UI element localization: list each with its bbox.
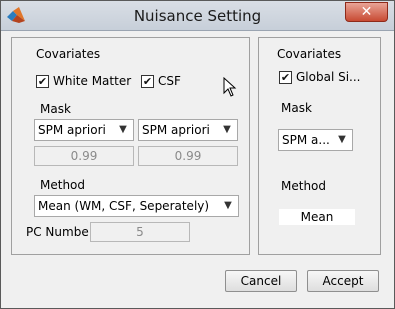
global-signal-checkbox[interactable]: ✔: [279, 71, 292, 84]
covariates-label: Covariates: [36, 47, 101, 61]
checkmark-icon: ✔: [280, 71, 291, 84]
mask1-threshold-field[interactable]: 0.99: [34, 146, 134, 166]
method-select[interactable]: Mean (WM, CSF, Seperately) ▼: [34, 195, 239, 217]
accept-button[interactable]: Accept: [307, 270, 379, 292]
chevron-down-icon: ▼: [224, 200, 232, 211]
right-covariates-panel: Covariates ✔ Global Si... Mask SPM a... …: [258, 37, 381, 255]
mask1-value: SPM apriori: [38, 123, 106, 137]
mouse-pointer-icon: [223, 77, 237, 97]
pc-number-label: PC Numbe: [26, 225, 89, 239]
csf-label: CSF: [158, 74, 181, 88]
mask-label: Mask: [281, 101, 312, 115]
mask2-select[interactable]: SPM apriori ▼: [138, 119, 238, 141]
mask2-value: SPM apriori: [142, 123, 210, 137]
cancel-button[interactable]: Cancel: [225, 270, 297, 292]
window-title: Nuisance Setting: [133, 7, 262, 25]
close-button[interactable]: ✕: [345, 2, 388, 22]
chevron-down-icon: ▼: [119, 124, 127, 135]
method-value: Mean (WM, CSF, Seperately): [38, 199, 210, 213]
chevron-down-icon: ▼: [223, 124, 231, 135]
pc-number-field[interactable]: 5: [90, 222, 190, 242]
nuisance-setting-window: Nuisance Setting ✕ Covariates ✔ White Ma…: [0, 0, 395, 309]
chevron-down-icon: ▼: [338, 134, 346, 145]
global-mask-select[interactable]: SPM a... ▼: [278, 129, 353, 151]
title-bar: Nuisance Setting ✕: [1, 1, 394, 31]
mask-label: Mask: [40, 102, 71, 116]
close-icon: ✕: [360, 4, 373, 20]
global-method-value: Mean: [279, 209, 355, 225]
left-covariates-panel: Covariates ✔ White Matter ✔ CSF Mask SPM…: [11, 37, 250, 255]
checkmark-icon: ✔: [37, 75, 48, 88]
mask2-threshold-field[interactable]: 0.99: [138, 146, 238, 166]
white-matter-checkbox[interactable]: ✔: [36, 75, 49, 88]
method-label: Method: [40, 178, 86, 192]
global-mask-value: SPM a...: [282, 133, 330, 147]
checkmark-icon: ✔: [142, 75, 153, 88]
white-matter-label: White Matter: [53, 74, 132, 88]
mask1-select[interactable]: SPM apriori ▼: [34, 119, 134, 141]
method-label: Method: [281, 179, 327, 193]
global-signal-label: Global Si...: [296, 70, 361, 84]
csf-checkbox[interactable]: ✔: [141, 75, 154, 88]
covariates-label: Covariates: [277, 47, 342, 61]
